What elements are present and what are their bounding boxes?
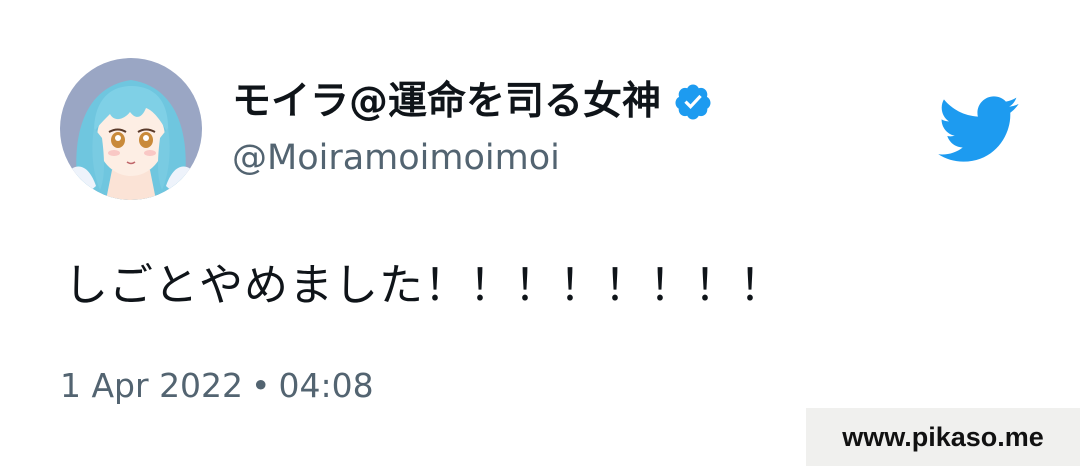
display-name-row: モイラ@運命を司る女神 — [232, 76, 713, 128]
watermark: www.pikaso.me — [806, 408, 1080, 466]
tweet-date: 1 Apr 2022 — [60, 366, 244, 405]
avatar-image — [60, 58, 202, 200]
tweet-card: モイラ@運命を司る女神 @Moiramoimoimoi しごとやめました！！！！… — [0, 0, 1080, 466]
tweet-text: しごとやめました！！！！！！！！ — [64, 260, 784, 311]
tweet-timestamp[interactable]: 1 Apr 2022 • 04:08 — [60, 364, 374, 408]
display-name[interactable]: モイラ@運命を司る女神 — [232, 76, 661, 128]
twitter-bird-icon[interactable] — [938, 96, 1020, 164]
user-handle[interactable]: @Moiramoimoimoi — [232, 136, 560, 180]
avatar[interactable] — [60, 58, 202, 200]
tweet-time: 04:08 — [278, 366, 374, 405]
timestamp-separator: • — [251, 366, 271, 405]
watermark-text: www.pikaso.me — [842, 421, 1044, 452]
verified-badge-icon — [673, 82, 713, 122]
